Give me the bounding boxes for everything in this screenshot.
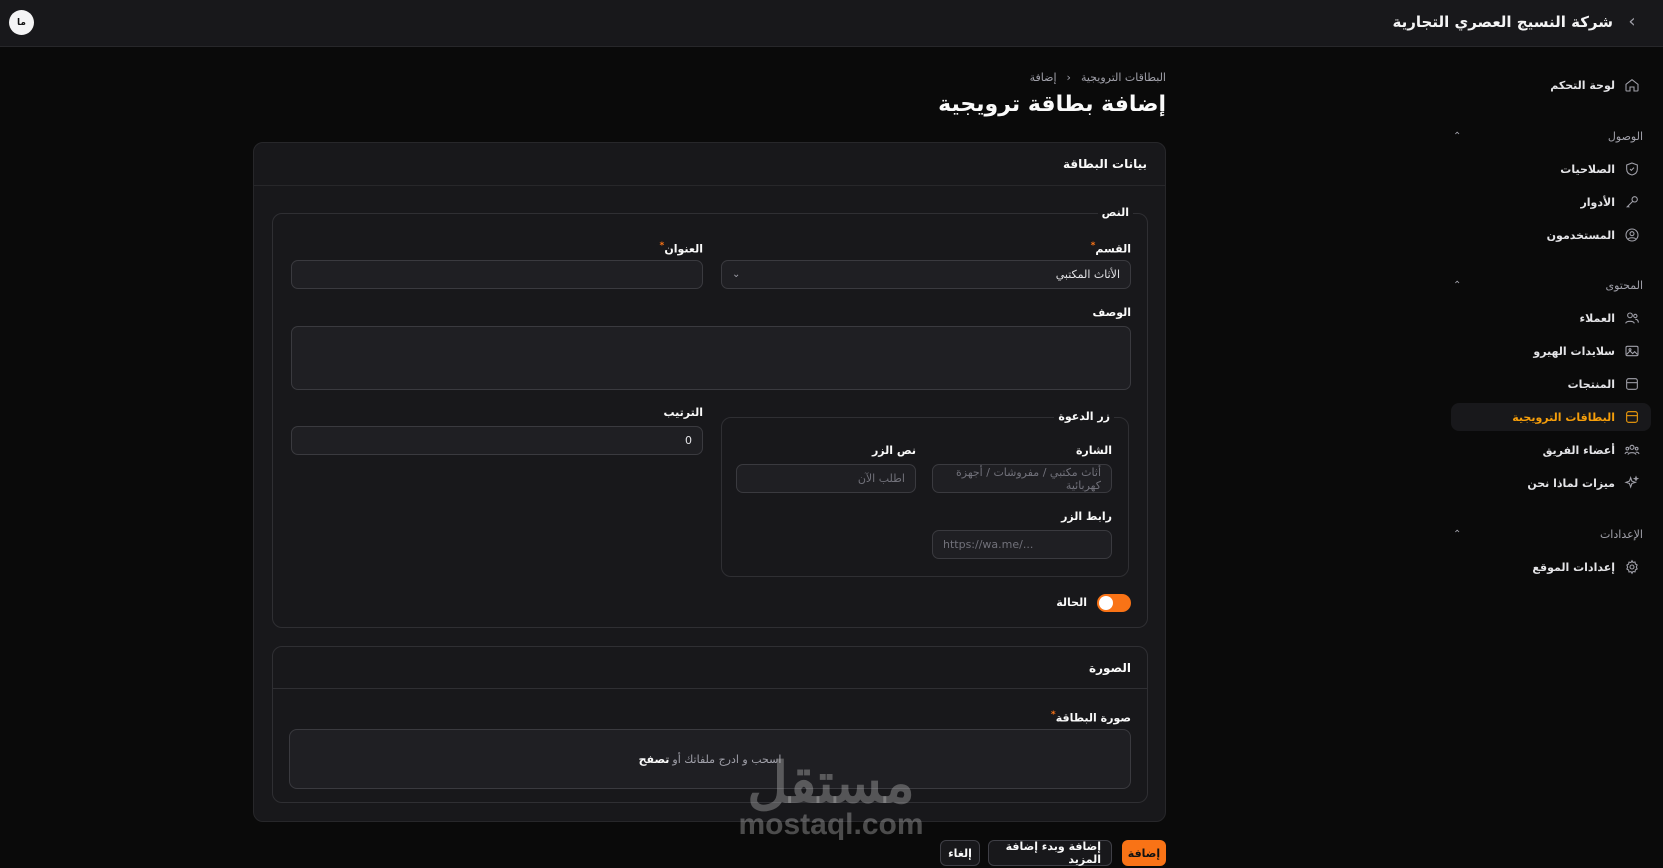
page-title: إضافة بطاقة ترويجية <box>938 92 1166 117</box>
sidebar-item-roles[interactable]: الأدوار <box>1451 188 1651 216</box>
cancel-button[interactable]: إلغاء <box>940 840 980 866</box>
sidebar-item-products[interactable]: المنتجات <box>1451 370 1651 398</box>
sidebar-item-label: ميزات لماذا نحن <box>1527 476 1615 490</box>
gear-icon <box>1623 558 1641 576</box>
sidebar-item-label: المنتجات <box>1567 377 1615 391</box>
sidebar-item-label: الأدوار <box>1580 195 1615 209</box>
sidebar-group-content[interactable]: المحتوى ⌃ <box>1453 276 1643 294</box>
sidebar-item-promo-cards[interactable]: البطاقات الترويجية <box>1451 403 1651 431</box>
key-icon <box>1623 193 1641 211</box>
sidebar-group-label: المحتوى <box>1605 278 1643 292</box>
description-textarea[interactable] <box>291 326 1131 390</box>
sidebar-item-label: أعضاء الفريق <box>1542 443 1615 457</box>
users-icon <box>1623 309 1641 327</box>
sidebar-item-label: سلايدات الهيرو <box>1533 344 1615 358</box>
company-name: شركة النسيج العصري التجارية <box>1392 13 1613 31</box>
sidebar-item-dashboard[interactable]: لوحة التحكم <box>1451 71 1651 99</box>
sidebar-group-label: الوصول <box>1607 129 1643 143</box>
order-label: الترتيب <box>663 406 704 419</box>
avatar[interactable]: ما <box>9 10 34 35</box>
cta-fieldset: زر الدعوة الشارة أثاث مكتبي / مفروشات / … <box>721 410 1129 577</box>
shield-icon <box>1623 160 1641 178</box>
create-another-button[interactable]: إضافة وبدء إضافة المزيد <box>988 840 1112 866</box>
text-fieldset-legend: النص <box>1097 206 1133 219</box>
title-label: العنوان* <box>659 240 703 256</box>
chevron-up-icon: ⌃ <box>1453 528 1462 540</box>
text-fieldset: النص القسم* الأثاث المكتبي ⌄ العنوان* ال… <box>272 206 1148 628</box>
chevron-down-icon: ⌄ <box>732 269 741 280</box>
sidebar-group-label: الإعدادات <box>1599 527 1643 541</box>
sidebar-item-why-us[interactable]: ميزات لماذا نحن <box>1451 469 1651 497</box>
image-icon <box>1623 342 1641 360</box>
card-image-label: صورة البطاقة* <box>1050 709 1131 725</box>
category-select-value: الأثاث المكتبي <box>1055 268 1120 281</box>
button-text-label: نص الزر <box>871 444 916 457</box>
title-input[interactable] <box>291 260 703 289</box>
top-bar: › شركة النسيج العصري التجارية ما <box>0 0 1663 47</box>
chevron-right-icon[interactable]: › <box>1623 12 1641 32</box>
sidebar-item-label: إعدادات الموقع <box>1532 560 1615 574</box>
browse-link[interactable]: تصفح <box>639 753 670 766</box>
button-link-input[interactable]: https://wa.me/... <box>932 530 1112 559</box>
watermark-arabic: مستقل <box>747 751 915 814</box>
status-toggle[interactable] <box>1097 594 1131 612</box>
toggle-knob <box>1099 596 1113 610</box>
sidebar-item-label: العملاء <box>1579 311 1615 325</box>
user-group-icon <box>1623 441 1641 459</box>
cta-fieldset-legend: زر الدعوة <box>1054 410 1114 423</box>
sidebar-item-hero-slides[interactable]: سلايدات الهيرو <box>1451 337 1651 365</box>
sidebar-item-site-settings[interactable]: إعدادات الموقع <box>1451 553 1651 581</box>
watermark-logo: مستقل mostaql.com <box>726 751 936 841</box>
image-section: الصورة صورة البطاقة* اسحب و ادرج ملفاتك … <box>272 646 1148 803</box>
breadcrumb-parent-link[interactable]: البطاقات الترويجية <box>1081 71 1166 84</box>
badge-label: الشارة <box>1075 444 1112 457</box>
sidebar-item-permissions[interactable]: الصلاحيات <box>1451 155 1651 183</box>
user-circle-icon <box>1623 226 1641 244</box>
watermark-latin: mostaql.com <box>738 808 924 841</box>
sidebar-item-team-members[interactable]: أعضاء الفريق <box>1451 436 1651 464</box>
home-icon <box>1623 76 1641 94</box>
create-button[interactable]: إضافة <box>1122 840 1166 866</box>
order-input[interactable]: 0 <box>291 426 703 455</box>
card-data-section: بيانات البطاقة النص القسم* الأثاث المكتب… <box>253 142 1166 822</box>
sparkles-icon <box>1623 474 1641 492</box>
sidebar: لوحة التحكم الوصول ⌃ الصلاحيات الأدوار ا… <box>1445 47 1663 868</box>
sidebar-item-label: لوحة التحكم <box>1550 78 1615 92</box>
sidebar-group-settings[interactable]: الإعدادات ⌃ <box>1453 525 1643 543</box>
chevron-up-icon: ⌃ <box>1453 279 1462 291</box>
description-label: الوصف <box>1092 306 1131 319</box>
badge-input[interactable]: أثاث مكتبي / مفروشات / أجهزة كهربائية <box>932 464 1112 493</box>
status-label: الحالة <box>1056 596 1087 609</box>
image-dropzone[interactable]: اسحب و ادرج ملفاتك أو تصفح <box>289 729 1131 789</box>
image-section-title: الصورة <box>273 647 1147 689</box>
sidebar-group-access[interactable]: الوصول ⌃ <box>1453 127 1643 145</box>
category-label: القسم* <box>1090 240 1131 256</box>
breadcrumb: البطاقات الترويجية ‹ إضافة <box>1030 71 1166 84</box>
archive-icon <box>1623 408 1641 426</box>
section-title: بيانات البطاقة <box>254 143 1165 186</box>
chevron-left-icon: ‹ <box>1066 71 1071 84</box>
button-link-label: رابط الزر <box>1061 510 1112 523</box>
sidebar-item-label: الصلاحيات <box>1560 162 1615 176</box>
breadcrumb-current: إضافة <box>1029 71 1057 84</box>
chevron-up-icon: ⌃ <box>1453 130 1462 142</box>
archive-icon <box>1623 375 1641 393</box>
sidebar-item-users[interactable]: المستخدمون <box>1451 221 1651 249</box>
sidebar-item-label: المستخدمون <box>1546 228 1615 242</box>
category-select[interactable]: الأثاث المكتبي ⌄ <box>721 260 1131 289</box>
button-text-input[interactable]: اطلب الآن <box>736 464 916 493</box>
sidebar-item-label: البطاقات الترويجية <box>1512 410 1615 424</box>
sidebar-item-clients[interactable]: العملاء <box>1451 304 1651 332</box>
